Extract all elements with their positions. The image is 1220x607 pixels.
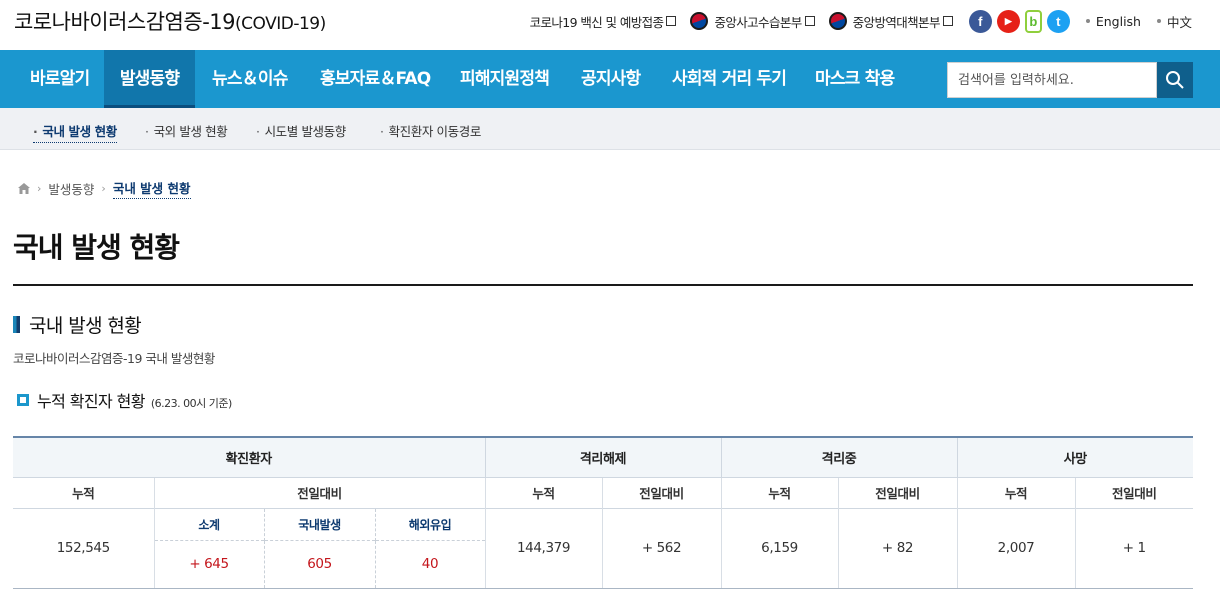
- section-description: 코로나바이러스감염증-19 국내 발생현황: [13, 351, 215, 366]
- external-link-icon: [666, 16, 677, 26]
- chevron-right-icon: ›: [37, 182, 42, 195]
- subsection-heading: 누적 확진자 현황 (6.23. 00시 기준): [17, 388, 232, 412]
- cdsch-link[interactable]: 중앙사고수습본부: [690, 12, 815, 31]
- social-links: f ▶ b t: [968, 9, 1070, 33]
- search-button[interactable]: [1157, 62, 1193, 98]
- kdca-link-label: 중앙방역대책본부: [852, 14, 941, 30]
- released-cumulative: 144,379: [484, 507, 602, 589]
- search-input[interactable]: [947, 62, 1157, 98]
- nav-item-faq[interactable]: 홍보자료＆FAQ: [318, 50, 432, 108]
- isolated-cumulative: 6,159: [720, 507, 838, 589]
- breakdown-header-imported: 해외유입: [374, 507, 485, 540]
- nav-item-news[interactable]: 뉴스＆이슈: [210, 50, 290, 108]
- subnav-item-regional[interactable]: 시도별 발생동향: [256, 121, 347, 140]
- breakdown-header-domestic: 국내발생: [263, 507, 375, 540]
- nav-item-mask[interactable]: 마스크 착용: [813, 50, 896, 108]
- subnav-item-overseas[interactable]: 국외 발생 현황: [145, 121, 228, 140]
- nav-item-notice[interactable]: 공지사항: [579, 50, 642, 108]
- nav-item-distancing[interactable]: 사회적 거리 두기: [670, 50, 788, 108]
- site-title-sub: (COVID-19): [235, 14, 326, 34]
- confirmed-imported-change: 40: [374, 539, 485, 589]
- col-header-cumulative: 누적: [956, 476, 1075, 508]
- breadcrumb-current: 국내 발생 현황: [112, 178, 191, 199]
- col-header-change: 전일대비: [601, 476, 721, 508]
- search-icon: [1166, 71, 1184, 89]
- deceased-cumulative: 2,007: [956, 507, 1075, 589]
- confirmed-subtotal-change: + 645: [153, 539, 264, 589]
- vaccine-link-label: 코로나19 백신 및 예방접종: [529, 14, 664, 30]
- confirmed-domestic-change: 605: [263, 539, 375, 589]
- deceased-change: + 1: [1074, 507, 1193, 589]
- vaccine-link[interactable]: 코로나19 백신 및 예방접종: [530, 12, 677, 31]
- subnav-item-route[interactable]: 확진환자 이동경로: [380, 121, 482, 140]
- group-header-deceased: 사망: [956, 436, 1193, 477]
- lang-chinese[interactable]: 中文: [1157, 12, 1192, 31]
- breadcrumb: › 발생동향 › 국내 발생 현황: [18, 178, 191, 199]
- nav-item-basics[interactable]: 바로알기: [28, 50, 91, 108]
- subsection-note: (6.23. 00시 기준): [150, 397, 232, 410]
- confirmed-cumulative: 152,545: [13, 507, 154, 589]
- nav-item-support[interactable]: 피해지원정책: [458, 50, 551, 108]
- top-links: 코로나19 백신 및 예방접종 중앙사고수습본부 중앙방역대책본부 f ▶ b …: [530, 8, 1192, 34]
- sub-nav: 국내 발생 현황 국외 발생 현황 시도별 발생동향 확진환자 이동경로: [0, 108, 1220, 150]
- group-header-isolated: 격리중: [720, 436, 957, 477]
- breadcrumb-item[interactable]: 발생동향: [48, 179, 94, 198]
- subnav-item-domestic[interactable]: 국내 발생 현황: [33, 121, 117, 143]
- top-bar: 코로나바이러스감염증-19(COVID-19) 코로나19 백신 및 예방접종 …: [0, 0, 1220, 50]
- col-header-cumulative: 누적: [484, 476, 602, 508]
- col-header-cumulative: 누적: [720, 476, 838, 508]
- nav-item-outbreak[interactable]: 발생동향: [104, 50, 195, 108]
- chevron-right-icon: ›: [101, 182, 106, 195]
- external-link-icon: [942, 16, 953, 26]
- twitter-icon[interactable]: t: [1046, 9, 1070, 33]
- col-header-cumulative: 누적: [13, 476, 154, 508]
- page-title: 국내 발생 현황: [13, 231, 180, 264]
- taegeuk-emblem-icon: [690, 12, 709, 30]
- taegeuk-emblem-icon: [828, 12, 847, 30]
- group-header-confirmed: 확진환자: [13, 436, 485, 477]
- group-header-released: 격리해제: [484, 436, 721, 477]
- title-divider: [13, 284, 1193, 286]
- heading-bar-icon: [13, 316, 20, 333]
- col-header-change: 전일대비: [153, 476, 485, 508]
- site-logo[interactable]: 코로나바이러스감염증-19(COVID-19): [14, 6, 326, 36]
- section-heading: 국내 발생 현황: [13, 311, 142, 338]
- lang-english[interactable]: English: [1086, 14, 1141, 29]
- youtube-icon[interactable]: ▶: [996, 9, 1020, 33]
- subsection-title: 누적 확진자 현황: [37, 392, 145, 411]
- home-icon[interactable]: [18, 183, 30, 194]
- breakdown-header-subtotal: 소계: [153, 507, 264, 540]
- section-title: 국내 발생 현황: [29, 315, 142, 337]
- square-bullet-icon: [17, 394, 29, 406]
- col-header-change: 전일대비: [837, 476, 957, 508]
- isolated-change: + 82: [837, 507, 957, 589]
- site-title: 코로나바이러스감염증-19: [14, 10, 236, 34]
- cdsch-link-label: 중앙사고수습본부: [714, 14, 802, 30]
- kdca-link[interactable]: 중앙방역대책본부: [828, 12, 953, 31]
- naver-blog-icon[interactable]: b: [1024, 9, 1042, 33]
- col-header-change: 전일대비: [1074, 476, 1193, 508]
- external-link-icon: [804, 16, 815, 26]
- facebook-icon[interactable]: f: [968, 9, 992, 33]
- cumulative-stats-table: 확진환자 격리해제 격리중 사망 누적 전일대비 누적 전일대비 누적 전일대비…: [13, 436, 1193, 589]
- released-change: + 562: [601, 507, 721, 589]
